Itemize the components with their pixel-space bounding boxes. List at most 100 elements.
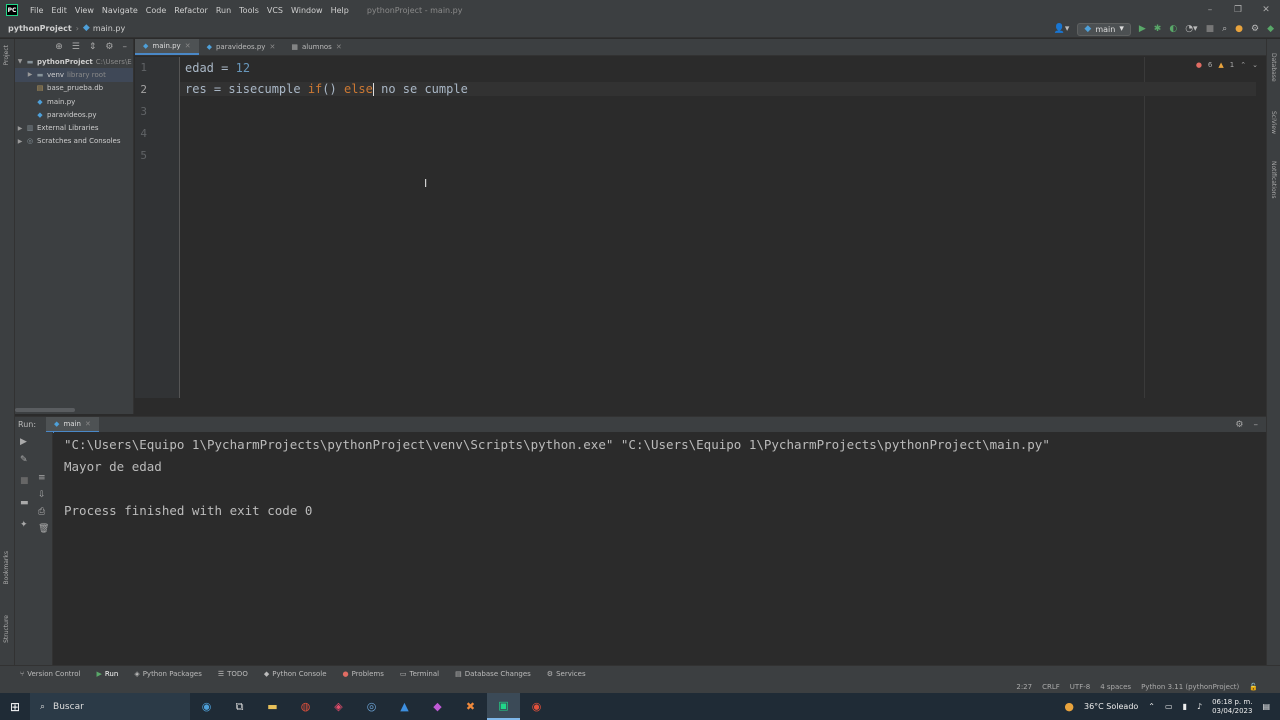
hide-icon[interactable]: – bbox=[123, 42, 128, 52]
restore-icon[interactable]: ❐ bbox=[1224, 0, 1252, 20]
menu-refactor[interactable]: Refactor bbox=[170, 6, 212, 15]
pin-icon[interactable]: ✦ bbox=[20, 520, 28, 530]
tool-python-console[interactable]: ◆ Python Console bbox=[264, 670, 327, 678]
project-tool-button[interactable]: Project bbox=[3, 45, 10, 66]
chevron-right-icon[interactable]: ▶ bbox=[25, 71, 35, 78]
tool-services[interactable]: ⚙ Services bbox=[547, 670, 586, 678]
tab-alumnos[interactable]: ▦ alumnos ✕ bbox=[283, 39, 349, 55]
pycharm-icon[interactable]: ▣ bbox=[487, 693, 520, 720]
menu-vcs[interactable]: VCS bbox=[263, 6, 287, 15]
menu-tools[interactable]: Tools bbox=[235, 6, 263, 15]
tool-problems[interactable]: ● Problems bbox=[343, 670, 384, 678]
cortana-icon[interactable]: ◉ bbox=[190, 693, 223, 720]
close-icon[interactable]: ✕ bbox=[336, 43, 342, 51]
file-encoding[interactable]: UTF-8 bbox=[1070, 683, 1090, 691]
stop-icon[interactable]: ■ bbox=[1206, 24, 1215, 34]
wrench-icon[interactable]: ✎ bbox=[20, 455, 28, 465]
run-icon[interactable]: ▶ bbox=[1139, 24, 1146, 34]
notifications-icon[interactable]: ▤ bbox=[1262, 702, 1270, 711]
app-icon[interactable]: ◉ bbox=[520, 693, 553, 720]
settings-icon[interactable]: ⚙ bbox=[1251, 24, 1259, 34]
user-icon[interactable]: 👤▾ bbox=[1054, 24, 1070, 34]
layout-icon[interactable]: ▬ bbox=[20, 498, 29, 508]
menu-navigate[interactable]: Navigate bbox=[98, 6, 142, 15]
tool-run[interactable]: ▶ Run bbox=[96, 670, 118, 678]
close-icon[interactable]: ✕ bbox=[185, 42, 191, 50]
line-separator[interactable]: CRLF bbox=[1042, 683, 1060, 691]
chevron-down-icon[interactable]: ▼ bbox=[15, 58, 25, 65]
search-icon[interactable]: ⌕ bbox=[1222, 24, 1227, 34]
gear-icon[interactable]: ⚙ bbox=[105, 42, 113, 52]
chevron-up-icon[interactable]: ⌃ bbox=[1148, 702, 1155, 711]
menu-run[interactable]: Run bbox=[212, 6, 235, 15]
code-line-1[interactable]: edad = 12 bbox=[185, 61, 250, 75]
code-editor[interactable]: edad = 12 res = sisecumple if() else no … bbox=[180, 57, 1266, 398]
jetbrains-icon[interactable]: ◆ bbox=[421, 693, 454, 720]
collapse-all-icon[interactable]: ☰ bbox=[72, 42, 80, 52]
app-icon[interactable]: ◈ bbox=[322, 693, 355, 720]
close-icon[interactable]: ✕ bbox=[269, 43, 275, 51]
shield-icon[interactable]: ◆ bbox=[1267, 24, 1274, 34]
run-console[interactable]: "C:\Users\Equipo 1\PycharmProjects\pytho… bbox=[54, 432, 1266, 665]
battery-icon[interactable]: ▮ bbox=[1183, 702, 1187, 711]
run-config-selector[interactable]: ◆ main ▾ bbox=[1077, 22, 1131, 36]
profile-icon[interactable]: ◔▾ bbox=[1185, 24, 1197, 34]
file-explorer-icon[interactable]: ▬ bbox=[256, 693, 289, 720]
tool-terminal[interactable]: ▭ Terminal bbox=[400, 670, 439, 678]
chevron-right-icon[interactable]: ▶ bbox=[15, 125, 25, 132]
indent-setting[interactable]: 4 spaces bbox=[1100, 683, 1131, 691]
tree-item-file[interactable]: ◆ main.py bbox=[15, 95, 133, 108]
scroll-to-end-icon[interactable]: ⇩ bbox=[38, 490, 46, 500]
sciview-tool-button[interactable]: SciView bbox=[1270, 111, 1277, 134]
stop-icon[interactable]: ■ bbox=[20, 476, 29, 486]
bookmarks-tool-button[interactable]: Bookmarks bbox=[3, 551, 10, 585]
chevron-up-icon[interactable]: ⌃ bbox=[1240, 61, 1246, 69]
database-tool-button[interactable]: Database bbox=[1270, 53, 1277, 82]
chevron-right-icon[interactable]: ▶ bbox=[15, 138, 25, 145]
menu-help[interactable]: Help bbox=[327, 6, 353, 15]
close-icon[interactable]: ✕ bbox=[85, 420, 91, 428]
trash-icon[interactable]: 🗑 bbox=[38, 524, 49, 534]
tab-main-py[interactable]: ◆ main.py ✕ bbox=[135, 39, 199, 55]
tab-paravideos-py[interactable]: ◆ paravideos.py ✕ bbox=[199, 39, 284, 55]
taskbar-search[interactable]: ⌕ Buscar bbox=[30, 693, 190, 720]
volume-icon[interactable]: ♪ bbox=[1197, 702, 1202, 711]
tool-python-packages[interactable]: ◈ Python Packages bbox=[134, 670, 202, 678]
hide-icon[interactable]: – bbox=[1254, 420, 1259, 430]
tool-todo[interactable]: ☰ TODO bbox=[218, 670, 248, 678]
tree-item-external-libraries[interactable]: ▶ ▥ External Libraries bbox=[15, 121, 133, 134]
tool-version-control[interactable]: ⑂ Version Control bbox=[20, 670, 80, 678]
debug-icon[interactable]: ✱ bbox=[1154, 24, 1162, 34]
clock[interactable]: 06:18 p. m. 03/04/2023 bbox=[1212, 698, 1252, 716]
weather-text[interactable]: 36°C Soleado bbox=[1084, 702, 1138, 711]
windows-start-icon[interactable]: ⊞ bbox=[0, 700, 30, 714]
tree-item-root[interactable]: ▼ ▬ pythonProject C:\Users\E bbox=[15, 55, 133, 68]
network-icon[interactable]: ▭ bbox=[1165, 702, 1173, 711]
menu-code[interactable]: Code bbox=[142, 6, 170, 15]
tree-item-venv[interactable]: ▶ ▬ venv library root bbox=[15, 68, 133, 82]
tool-database-changes[interactable]: ▤ Database Changes bbox=[455, 670, 531, 678]
breadcrumb-file[interactable]: main.py bbox=[93, 24, 125, 33]
rerun-icon[interactable]: ▶ bbox=[20, 437, 27, 447]
menu-window[interactable]: Window bbox=[287, 6, 327, 15]
project-horizontal-scrollbar[interactable] bbox=[15, 408, 75, 412]
tree-item-file[interactable]: ▤ base_prueba.db bbox=[15, 82, 133, 95]
xampp-icon[interactable]: ✖ bbox=[454, 693, 487, 720]
menu-edit[interactable]: Edit bbox=[47, 6, 71, 15]
python-interpreter[interactable]: Python 3.11 (pythonProject) bbox=[1141, 683, 1239, 691]
run-tab-main[interactable]: ◆ main ✕ bbox=[46, 416, 99, 433]
close-icon[interactable]: ✕ bbox=[1252, 0, 1280, 20]
lock-icon[interactable]: 🔓 bbox=[1249, 683, 1258, 691]
code-line-2[interactable]: res = sisecumple if() else no se cumple bbox=[180, 82, 1256, 96]
soft-wrap-icon[interactable]: ≡ bbox=[38, 473, 46, 483]
update-icon[interactable]: ● bbox=[1235, 24, 1243, 34]
gear-icon[interactable]: ⚙ bbox=[1235, 420, 1243, 430]
structure-tool-button[interactable]: Structure bbox=[3, 615, 10, 643]
coverage-icon[interactable]: ◐ bbox=[1169, 24, 1177, 34]
minimize-icon[interactable]: – bbox=[1196, 0, 1224, 20]
app-icon[interactable]: ◎ bbox=[355, 693, 388, 720]
task-view-icon[interactable]: ⧉ bbox=[223, 693, 256, 720]
tree-item-file[interactable]: ◆ paravideos.py bbox=[15, 108, 133, 121]
print-icon[interactable]: ⎙ bbox=[38, 507, 45, 517]
menu-file[interactable]: File bbox=[26, 6, 47, 15]
